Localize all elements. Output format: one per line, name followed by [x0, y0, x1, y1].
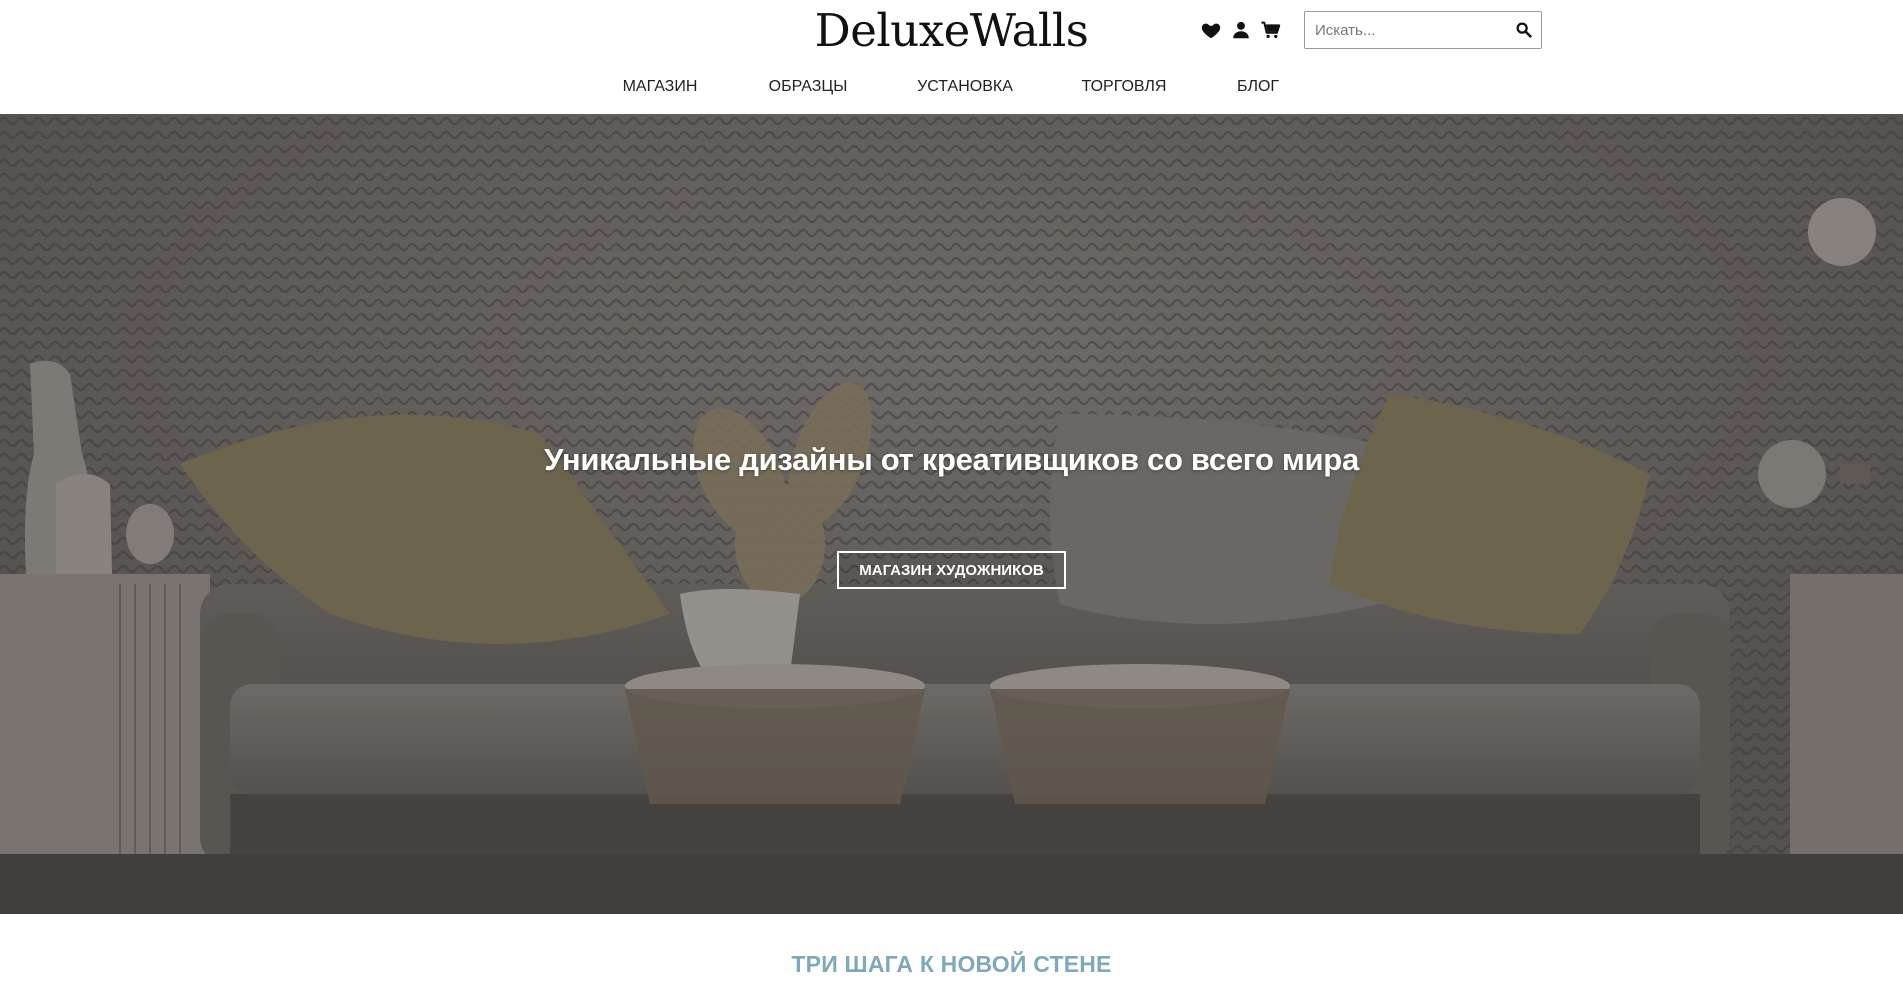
site-header: DeluxeWalls МАГАЗИН ОБРАЗЦЫ УСТАНОВКА ТО… — [0, 0, 1903, 114]
nav-item-shop[interactable]: МАГАЗИН — [623, 78, 698, 96]
cart-icon[interactable] — [1260, 19, 1282, 41]
nav-item-installation[interactable]: УСТАНОВКА — [917, 78, 1013, 96]
logo: DeluxeWalls — [0, 4, 1903, 57]
hero-image — [0, 114, 1903, 914]
logo-link[interactable]: DeluxeWalls — [815, 4, 1089, 57]
hero-title: Уникальные дизайны от креативщиков со вс… — [544, 442, 1359, 477]
main-nav: МАГАЗИН ОБРАЗЦЫ УСТАНОВКА ТОРГОВЛЯ БЛОГ — [0, 74, 1903, 102]
search-icon[interactable] — [1515, 21, 1533, 39]
nav-item-trade[interactable]: ТОРГОВЛЯ — [1082, 78, 1167, 96]
section-title: ТРИ ШАГА К НОВОЙ СТЕНЕ — [791, 951, 1112, 977]
hero-banner: Уникальные дизайны от креативщиков со вс… — [0, 114, 1903, 914]
nav-item-blog[interactable]: БЛОГ — [1237, 78, 1279, 96]
nav-item-samples[interactable]: ОБРАЗЦЫ — [769, 78, 848, 96]
user-icon[interactable] — [1230, 19, 1252, 41]
heart-icon[interactable] — [1200, 19, 1222, 41]
search-box — [1304, 11, 1542, 49]
search-input[interactable] — [1305, 12, 1505, 48]
shop-artists-button[interactable]: МАГАЗИН ХУДОЖНИКОВ — [837, 551, 1066, 589]
header-icons — [1200, 18, 1282, 42]
